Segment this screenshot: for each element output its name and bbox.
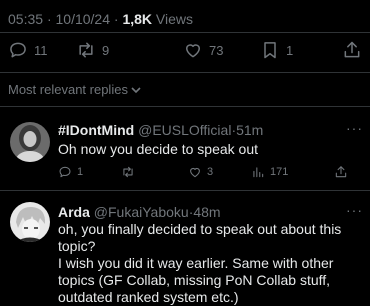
reply-sort-selector[interactable]: Most relevant replies — [8, 82, 141, 97]
bookmark-button[interactable]: 1 — [260, 40, 293, 60]
divider — [0, 106, 370, 107]
reply-text: oh, you finally decided to speak out abo… — [58, 221, 368, 306]
divider — [0, 32, 370, 33]
avatar[interactable] — [10, 122, 50, 162]
view-count: 171 — [270, 166, 289, 178]
display-name[interactable]: Arda — [58, 204, 90, 220]
repost-button[interactable] — [121, 165, 140, 179]
user-handle[interactable]: @EUSLOfficial — [138, 122, 231, 138]
views-count: 1,8K — [122, 11, 153, 27]
divider — [0, 72, 370, 73]
sort-label: Most relevant replies — [8, 82, 128, 97]
reply-text-line: topics (GF Collab, missing PoN Collab st… — [58, 272, 331, 288]
reply-time: 51m — [236, 122, 264, 138]
views-button[interactable]: 171 — [251, 165, 288, 179]
avatar[interactable] — [10, 202, 50, 242]
like-count: 73 — [209, 42, 224, 58]
repost-icon — [79, 42, 93, 58]
reply-text-line: oh, you finally decided to speak out abo… — [58, 221, 342, 237]
reply-button[interactable]: 1 — [58, 165, 83, 179]
bookmark-icon — [264, 42, 276, 59]
reply-header: Arda @FukaiYaboku·48m — [58, 204, 221, 220]
chevron-down-icon — [131, 86, 141, 93]
avatar-image — [10, 122, 50, 162]
share-icon — [344, 41, 360, 58]
meta-separator: · — [46, 11, 52, 27]
meta-separator: · — [113, 11, 119, 27]
reply-icon — [10, 42, 26, 58]
heart-icon — [186, 44, 200, 58]
divider — [0, 190, 370, 191]
more-options-button[interactable]: ··· — [346, 120, 363, 136]
more-options-button[interactable]: ··· — [346, 202, 363, 218]
reply-text-line: outdated ranked system etc.) — [58, 289, 239, 305]
reply-header: #IDontMind @EUSLOfficial·51m — [58, 122, 263, 138]
repost-count: 9 — [102, 42, 110, 58]
bookmark-count: 1 — [286, 42, 294, 58]
repost-button[interactable]: 9 — [76, 40, 109, 60]
avatar-image — [10, 202, 50, 242]
share-button[interactable] — [342, 40, 362, 60]
display-name[interactable]: #IDontMind — [58, 122, 134, 138]
reply-text-line: I wish you did it way earlier. Same with… — [58, 255, 334, 271]
tweet-action-bar: 11 9 73 1 — [8, 40, 362, 64]
repost-icon — [123, 166, 133, 178]
reply-text-line: topic? — [58, 238, 96, 254]
tweet-time: 05:35 — [8, 11, 44, 27]
reply-text: Oh now you decide to speak out — [58, 141, 259, 157]
share-icon — [335, 166, 347, 178]
heart-icon — [190, 167, 200, 178]
views-label: Views — [155, 11, 194, 27]
like-count: 3 — [207, 166, 214, 178]
user-handle[interactable]: @FukaiYaboku — [94, 204, 189, 220]
analytics-icon — [253, 167, 264, 178]
reply-count: 1 — [77, 166, 84, 178]
reply-time: 48m — [193, 204, 221, 220]
reply-button[interactable]: 11 — [8, 40, 48, 60]
tweet-date: 10/10/24 — [55, 11, 111, 27]
share-button[interactable] — [334, 165, 348, 179]
tweet-meta: 05:35 · 10/10/24 · 1,8K Views — [8, 11, 193, 27]
like-button[interactable]: 3 — [188, 165, 213, 179]
reply-count: 11 — [34, 42, 48, 58]
reply-icon — [59, 166, 71, 178]
like-button[interactable]: 73 — [183, 40, 223, 60]
